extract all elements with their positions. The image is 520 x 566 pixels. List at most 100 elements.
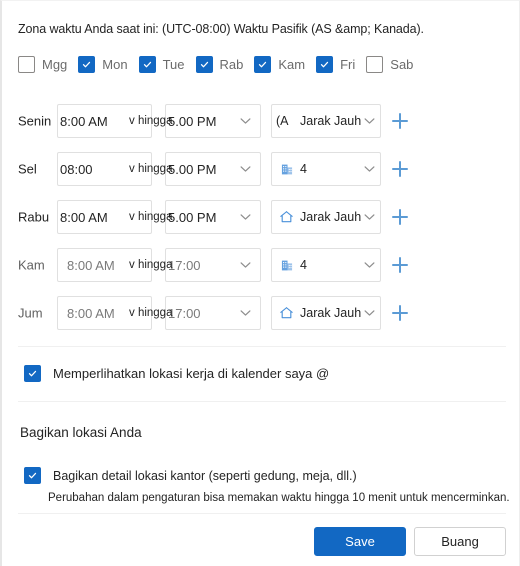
divider-footer xyxy=(18,513,506,514)
day-toggle-mgg[interactable]: Mgg xyxy=(18,56,67,73)
time-range-connector: v hingga xyxy=(129,259,173,271)
day-toggle-tue[interactable]: Tue xyxy=(138,56,185,73)
day-toggle-kam[interactable]: Kam xyxy=(254,56,305,73)
location-field[interactable]: Jarak Jauh xyxy=(271,296,381,330)
add-time-slot-button[interactable] xyxy=(390,159,410,179)
schedule-row: Sel 08:00 v hingga 5.00 PM 4 xyxy=(2,145,520,193)
end-time-value: 5.00 PM xyxy=(168,209,217,225)
day-toggle-fri[interactable]: Fri xyxy=(316,56,355,73)
end-time-field[interactable]: 17:00 xyxy=(165,248,261,282)
work-hours-settings-panel: Zona waktu Anda saat ini: (UTC-08:00) Wa… xyxy=(0,0,520,566)
day-toggle-rab[interactable]: Rab xyxy=(195,56,244,73)
location-value: Jarak Jauh xyxy=(300,210,362,224)
check-icon xyxy=(259,61,267,68)
add-time-slot-button[interactable] xyxy=(390,207,410,227)
location-field[interactable]: (A Jarak Jauh xyxy=(271,104,381,138)
day-label: Kam xyxy=(278,57,306,72)
end-time-field[interactable]: 5.00 PM xyxy=(165,200,261,234)
end-time-value: 5.00 PM xyxy=(168,161,217,177)
schedule-day-label: Senin xyxy=(18,113,52,129)
plus-icon xyxy=(392,257,408,273)
chevron-down-icon xyxy=(364,214,375,220)
day-checkbox-sab[interactable] xyxy=(366,56,384,73)
add-time-slot-button[interactable] xyxy=(390,255,410,275)
check-icon xyxy=(83,61,91,68)
plus-icon xyxy=(392,305,408,321)
schedule-row: Senin 8:00 AM v hingga 5.00 PM (A Jarak Jauh xyxy=(2,97,520,145)
check-icon xyxy=(143,61,151,68)
end-time-field[interactable]: 17:00 xyxy=(165,296,261,330)
building-icon xyxy=(279,258,294,273)
location-field[interactable]: 4 xyxy=(271,152,381,186)
schedule-row: Rabu 8:00 AM v hingga 5.00 PM Jarak Jauh xyxy=(2,193,520,241)
time-range-connector: v hingga xyxy=(129,163,173,175)
discard-button[interactable]: Buang xyxy=(414,527,506,556)
share-office-details-checkbox[interactable] xyxy=(24,467,41,484)
end-time-field[interactable]: 5.00 PM xyxy=(165,104,261,138)
chevron-down-icon xyxy=(240,310,251,316)
start-time-value: 8:00 AM xyxy=(60,209,108,225)
divider-share xyxy=(18,401,506,402)
schedule-day-label: Rabu xyxy=(18,209,50,225)
day-checkbox-rab[interactable] xyxy=(195,56,213,73)
share-office-details-option[interactable]: Bagikan detail lokasi kantor (seperti ge… xyxy=(24,467,357,484)
time-range-connector: v hingga xyxy=(129,307,173,319)
share-office-details-label: Bagikan detail lokasi kantor (seperti ge… xyxy=(53,468,357,483)
schedule-row: Jum 8:00 AM v hingga 17:00 Jarak Jauh xyxy=(2,289,520,337)
day-label: Sab xyxy=(390,57,414,72)
time-range-connector: v hingga xyxy=(129,115,173,127)
day-checkbox-mon[interactable] xyxy=(78,56,96,73)
check-icon xyxy=(200,61,208,68)
start-time-value: 08:00 xyxy=(60,161,93,177)
timezone-note: Zona waktu Anda saat ini: (UTC-08:00) Wa… xyxy=(18,22,424,36)
plus-icon xyxy=(392,161,408,177)
chevron-down-icon xyxy=(364,166,375,172)
add-time-slot-button[interactable] xyxy=(390,303,410,323)
day-checkbox-tue[interactable] xyxy=(138,56,156,73)
settings-delay-note: Perubahan dalam pengaturan bisa memakan … xyxy=(48,492,510,504)
add-time-slot-button[interactable] xyxy=(390,111,410,131)
location-field[interactable]: Jarak Jauh xyxy=(271,200,381,234)
chevron-down-icon xyxy=(240,166,251,172)
check-icon xyxy=(320,61,329,68)
share-section-title: Bagikan lokasi Anda xyxy=(20,425,142,440)
divider-top xyxy=(18,346,506,347)
home-icon xyxy=(279,210,294,225)
time-range-connector: v hingga xyxy=(129,211,173,223)
location-field[interactable]: 4 xyxy=(271,248,381,282)
location-prefix: (A xyxy=(276,114,289,128)
chevron-down-icon xyxy=(240,118,251,124)
day-label: Rab xyxy=(219,57,244,72)
location-value: 4 xyxy=(300,258,307,272)
show-location-in-calendar-option[interactable]: Memperlihatkan lokasi kerja di kalender … xyxy=(24,365,329,382)
show-location-checkbox[interactable] xyxy=(24,365,41,382)
location-value: Jarak Jauh xyxy=(300,114,362,128)
day-label: Fri xyxy=(340,57,356,72)
schedule-day-label: Kam xyxy=(18,257,45,273)
day-checkbox-fri[interactable] xyxy=(316,56,334,73)
end-time-field[interactable]: 5.00 PM xyxy=(165,152,261,186)
save-button[interactable]: Save xyxy=(314,527,406,556)
day-checkbox-kam[interactable] xyxy=(254,56,272,73)
chevron-down-icon xyxy=(364,310,375,316)
location-value: Jarak Jauh xyxy=(300,306,362,320)
chevron-down-icon xyxy=(364,118,375,124)
day-label: Mon xyxy=(102,57,128,72)
schedule-row-list: Senin 8:00 AM v hingga 5.00 PM (A Jarak Jauh S… xyxy=(2,97,520,337)
day-toggle-group: Mgg Mon Tue Rab Kam Fri Sab xyxy=(18,56,424,73)
end-time-value: 17:00 xyxy=(168,305,201,321)
chevron-down-icon xyxy=(240,262,251,268)
plus-icon xyxy=(392,209,408,225)
location-value: 4 xyxy=(300,162,307,176)
schedule-day-label: Jum xyxy=(18,305,43,321)
chevron-down-icon xyxy=(364,262,375,268)
day-toggle-mon[interactable]: Mon xyxy=(78,56,128,73)
plus-icon xyxy=(392,113,408,129)
show-location-label: Memperlihatkan lokasi kerja di kalender … xyxy=(53,366,330,381)
check-icon xyxy=(28,472,37,479)
chevron-down-icon xyxy=(240,214,251,220)
day-checkbox-mgg[interactable] xyxy=(18,56,35,73)
day-toggle-sab[interactable]: Sab xyxy=(366,56,413,73)
start-time-value: 8:00 AM xyxy=(67,257,115,273)
check-icon xyxy=(28,370,37,377)
